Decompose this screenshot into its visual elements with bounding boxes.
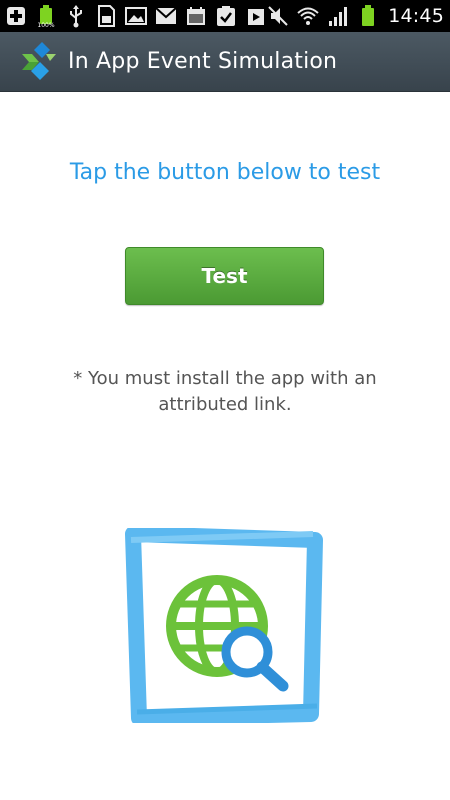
usb-icon xyxy=(64,4,88,28)
battery-percent-label: 100% xyxy=(37,22,55,29)
sd-card-icon xyxy=(94,4,118,28)
install-note: * You must install the app with an attri… xyxy=(40,366,410,418)
task-check-icon xyxy=(214,4,238,28)
install-note-line-1: * You must install the app with an xyxy=(73,368,377,389)
status-bar: 100% 14:45 xyxy=(0,0,450,32)
battery-full-icon: 100% xyxy=(34,4,58,29)
status-bar-clock: 14:45 xyxy=(388,5,444,27)
status-bar-system: 14:45 xyxy=(266,3,444,29)
gmail-icon xyxy=(154,4,178,28)
battery-icon xyxy=(356,4,380,28)
image-icon xyxy=(124,4,148,28)
add-icon xyxy=(4,4,28,28)
mute-icon xyxy=(266,4,290,28)
calendar-icon xyxy=(184,4,208,28)
app-logo-icon xyxy=(16,40,60,84)
play-store-icon xyxy=(244,4,268,28)
test-button[interactable]: Test xyxy=(125,247,324,305)
instruction-text: Tap the button below to test xyxy=(69,160,381,185)
signal-icon xyxy=(326,4,350,28)
globe-search-icon xyxy=(125,526,325,726)
wifi-icon xyxy=(296,4,320,28)
install-note-line-2: attributed link. xyxy=(158,394,292,415)
screen: 100% 14:45 In App Event Simulation Tap t… xyxy=(0,0,450,800)
app-title: In App Event Simulation xyxy=(68,49,338,74)
status-bar-notifications: 100% xyxy=(4,3,268,29)
action-bar: In App Event Simulation xyxy=(0,32,450,92)
